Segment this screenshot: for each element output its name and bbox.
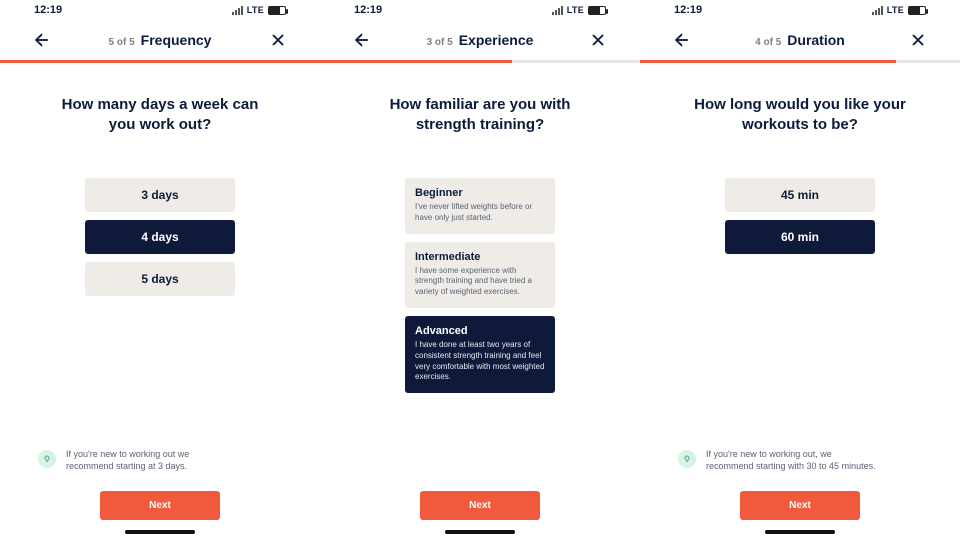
option-item[interactable]: 3 days	[85, 178, 235, 212]
page-title: Duration	[787, 32, 845, 48]
tip-icon	[678, 450, 696, 468]
tip-icon	[38, 450, 56, 468]
option-title: Beginner	[415, 187, 545, 199]
battery-icon	[588, 6, 606, 15]
option-title: Advanced	[415, 325, 545, 337]
signal-icon	[232, 6, 243, 15]
tip-text: If you're new to working out we recommen…	[66, 448, 236, 473]
nav-title: 3 of 5 Experience	[427, 32, 534, 48]
option-title: Intermediate	[415, 251, 545, 263]
back-button[interactable]	[30, 28, 54, 52]
nav-title: 4 of 5 Duration	[755, 32, 845, 48]
options-list: 45 min 60 min	[725, 178, 875, 254]
step-indicator: 3 of 5	[427, 37, 453, 48]
battery-icon	[268, 6, 286, 15]
network-label: LTE	[247, 5, 264, 15]
next-button[interactable]: Next	[100, 491, 220, 520]
signal-icon	[872, 6, 883, 15]
next-button[interactable]: Next	[420, 491, 540, 520]
option-item[interactable]: Advanced I have done at least two years o…	[405, 316, 555, 393]
tip-text: If you're new to working out, we recomme…	[706, 448, 876, 473]
options-list: Beginner I've never lifted weights before…	[405, 178, 555, 393]
status-time: 12:19	[354, 4, 382, 16]
status-bar: 12:19 LTE	[348, 0, 612, 18]
progress-bar	[0, 60, 320, 63]
signal-icon	[552, 6, 563, 15]
status-right: LTE	[232, 5, 286, 15]
next-button[interactable]: Next	[740, 491, 860, 520]
options-list: 3 days 4 days 5 days	[85, 178, 235, 296]
back-button[interactable]	[670, 28, 694, 52]
status-time: 12:19	[674, 4, 702, 16]
home-indicator	[765, 530, 835, 534]
nav-bar: 3 of 5 Experience	[348, 18, 612, 60]
question-heading: How long would you like your workouts to…	[692, 95, 908, 134]
status-right: LTE	[872, 5, 926, 15]
question-heading: How familiar are you with strength train…	[372, 95, 588, 134]
nav-bar: 4 of 5 Duration	[668, 18, 932, 60]
home-indicator	[125, 530, 195, 534]
home-indicator	[445, 530, 515, 534]
status-bar: 12:19 LTE	[668, 0, 932, 18]
page-title: Experience	[459, 32, 534, 48]
question-heading: How many days a week can you work out?	[52, 95, 268, 134]
option-desc: I have some experience with strength tra…	[415, 266, 545, 298]
option-desc: I've never lifted weights before or have…	[415, 202, 545, 224]
close-button[interactable]	[906, 28, 930, 52]
progress-bar	[320, 60, 640, 63]
option-item[interactable]: 45 min	[725, 178, 875, 212]
step-indicator: 4 of 5	[755, 37, 781, 48]
tip: If you're new to working out, we recomme…	[668, 448, 932, 473]
network-label: LTE	[567, 5, 584, 15]
option-item[interactable]: 60 min	[725, 220, 875, 254]
network-label: LTE	[887, 5, 904, 15]
tip: If you're new to working out we recommen…	[28, 448, 292, 473]
back-button[interactable]	[350, 28, 374, 52]
option-item[interactable]: Intermediate I have some experience with …	[405, 242, 555, 308]
page-title: Frequency	[141, 32, 212, 48]
status-time: 12:19	[34, 4, 62, 16]
battery-icon	[908, 6, 926, 15]
nav-title: 5 of 5 Frequency	[109, 32, 212, 48]
progress-bar	[640, 60, 960, 63]
option-item[interactable]: 5 days	[85, 262, 235, 296]
option-item[interactable]: Beginner I've never lifted weights before…	[405, 178, 555, 234]
option-item[interactable]: 4 days	[85, 220, 235, 254]
close-button[interactable]	[586, 28, 610, 52]
option-desc: I have done at least two years of consis…	[415, 340, 545, 383]
status-bar: 12:19 LTE	[28, 0, 292, 18]
status-right: LTE	[552, 5, 606, 15]
step-indicator: 5 of 5	[109, 37, 135, 48]
nav-bar: 5 of 5 Frequency	[28, 18, 292, 60]
close-button[interactable]	[266, 28, 290, 52]
